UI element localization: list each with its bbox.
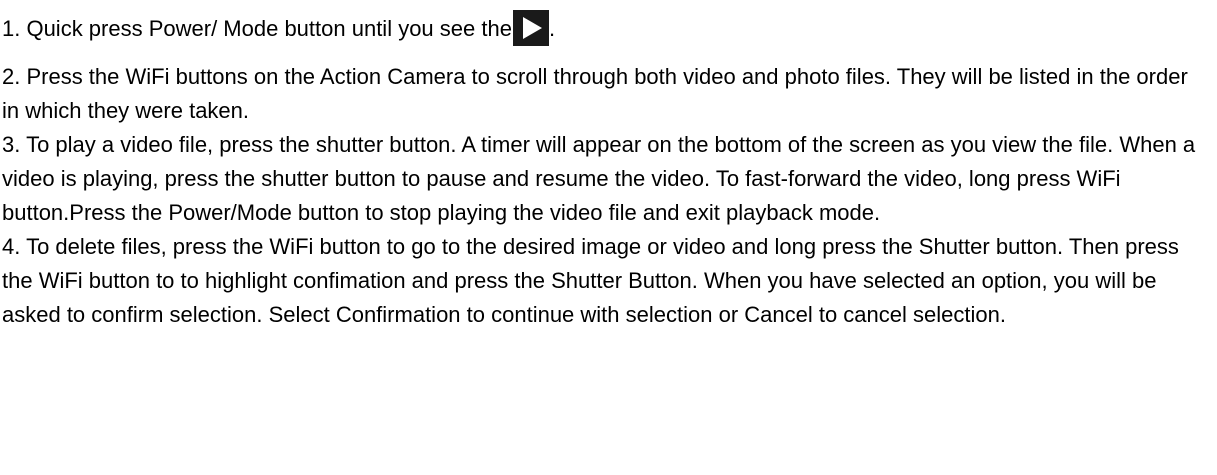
step-1-paragraph: 1. Quick press Power/ Mode button until … <box>2 8 1207 46</box>
step-4-paragraph: 4. To delete files, press the WiFi butto… <box>2 234 1179 327</box>
step-1-period: . <box>548 16 556 41</box>
play-icon <box>512 10 549 46</box>
step-3-paragraph: 3. To play a video file, press the shutt… <box>2 132 1196 225</box>
step-2-paragraph: 2. Press the WiFi buttons on the Action … <box>2 64 1188 123</box>
step-1-text: 1. Quick press Power/ Mode button until … <box>2 16 512 41</box>
instructions-document: 1. Quick press Power/ Mode button until … <box>2 8 1207 332</box>
